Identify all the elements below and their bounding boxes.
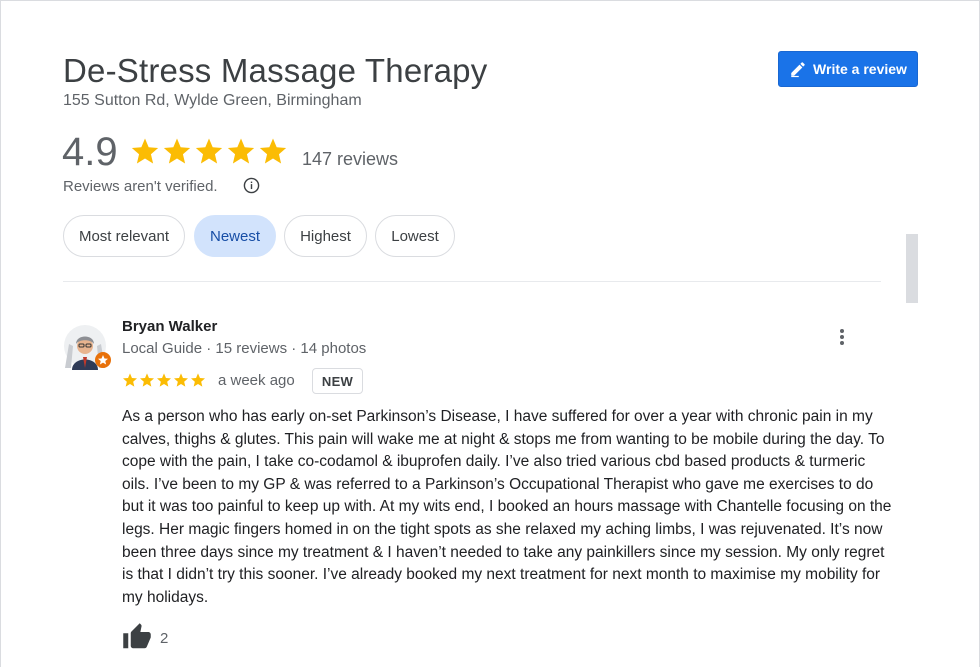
star-icon [174, 373, 188, 387]
reviewer-avatar[interactable] [63, 324, 113, 372]
average-rating: 4.9 [62, 130, 118, 174]
star-icon [157, 373, 171, 387]
info-icon[interactable] [243, 177, 260, 194]
star-icon [131, 138, 159, 164]
rating-stars [130, 136, 288, 166]
scrollbar-thumb[interactable] [906, 234, 918, 303]
star-icon [259, 138, 287, 164]
sort-chip-newest[interactable]: Newest [194, 215, 276, 257]
thumbs-up-icon[interactable] [122, 622, 152, 652]
star-icon [123, 373, 137, 387]
like-count: 2 [160, 630, 169, 647]
sort-chip-highest[interactable]: Highest [284, 215, 367, 257]
new-badge: NEW [312, 368, 363, 394]
review-stars [122, 372, 206, 388]
sort-chip-most-relevant[interactable]: Most relevant [63, 215, 185, 257]
reviewer-meta: Local Guide · 15 reviews · 14 photos [122, 340, 367, 357]
divider [63, 281, 881, 282]
pencil-icon [791, 62, 805, 78]
more-options-icon[interactable] [834, 327, 850, 347]
sort-chip-lowest[interactable]: Lowest [375, 215, 455, 257]
business-address: 155 Sutton Rd, Wylde Green, Birmingham [63, 92, 362, 109]
verification-note: Reviews aren't verified. [63, 178, 218, 195]
reviewer-name[interactable]: Bryan Walker [122, 318, 217, 335]
star-icon [195, 138, 223, 164]
review-count[interactable]: 147 reviews [302, 149, 398, 170]
review-date: a week ago [218, 372, 295, 389]
write-review-button[interactable]: Write a review [778, 51, 918, 87]
star-icon [227, 138, 255, 164]
review-text: As a person who has early on-set Parkins… [122, 408, 892, 606]
write-review-label: Write a review [813, 61, 907, 77]
star-icon [163, 138, 191, 164]
business-name: De-Stress Massage Therapy [63, 52, 488, 89]
star-icon [140, 373, 154, 387]
star-icon [191, 373, 205, 387]
